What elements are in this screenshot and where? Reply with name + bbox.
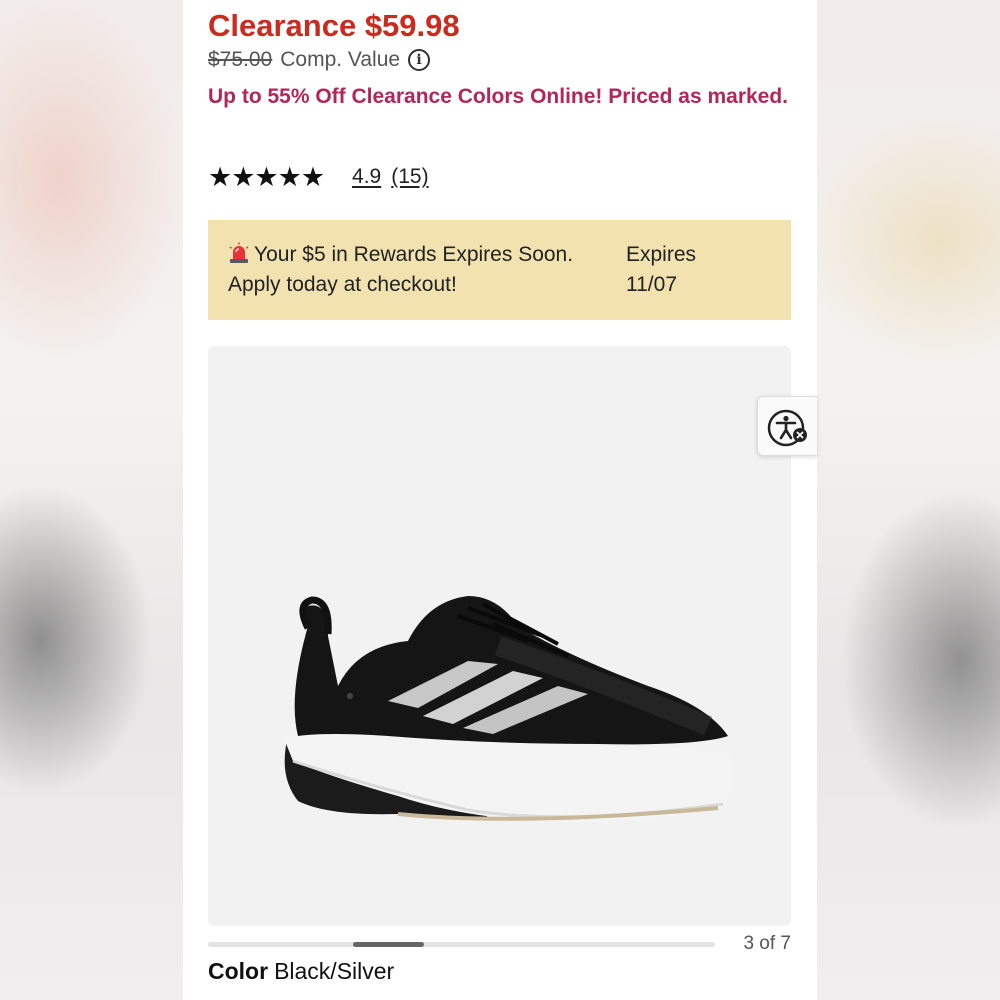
star-rating-icon: ★★★★★	[208, 162, 325, 192]
siren-icon	[229, 242, 249, 263]
promo-message: Up to 55% Off Clearance Colors Online! P…	[208, 85, 789, 108]
expires-date: 11/07	[626, 273, 677, 296]
clearance-price: Clearance $59.98	[208, 8, 460, 43]
expires-label: Expires	[626, 243, 697, 266]
accessibility-icon	[767, 409, 807, 447]
rewards-message-block: Your $5 in Rewards Expires Soon. Apply t…	[228, 240, 626, 300]
carousel-thumb[interactable]	[353, 942, 424, 947]
color-selection: Color Black/Silver	[208, 958, 394, 985]
image-counter: 3 of 7	[743, 933, 791, 954]
comp-price: $75.00	[208, 48, 273, 71]
rating-score[interactable]: 4.9	[352, 165, 381, 189]
rewards-banner: Your $5 in Rewards Expires Soon. Apply t…	[208, 220, 791, 320]
product-shoe-image	[283, 596, 733, 823]
rewards-expiry: Expires 11/07	[626, 240, 696, 300]
rewards-message: Your $5 in Rewards Expires Soon. Apply t…	[228, 243, 574, 296]
review-count-link[interactable]: (15)	[391, 165, 428, 189]
product-page: Clearance $59.98 $75.00 Comp. Value i Up…	[183, 0, 817, 1000]
product-image-carousel[interactable]	[208, 346, 791, 926]
comp-value-label: Comp. Value	[280, 48, 401, 71]
info-icon[interactable]: i	[408, 49, 431, 71]
carousel-indicator: 3 of 7	[208, 933, 791, 956]
color-value: Black/Silver	[274, 958, 395, 984]
rating-row[interactable]: ★★★★★ 4.9 (15)	[208, 162, 429, 192]
color-label: Color	[208, 958, 269, 984]
comp-value-row: $75.00 Comp. Value i	[208, 48, 431, 72]
accessibility-button[interactable]	[757, 396, 817, 456]
carousel-track[interactable]	[208, 942, 715, 947]
